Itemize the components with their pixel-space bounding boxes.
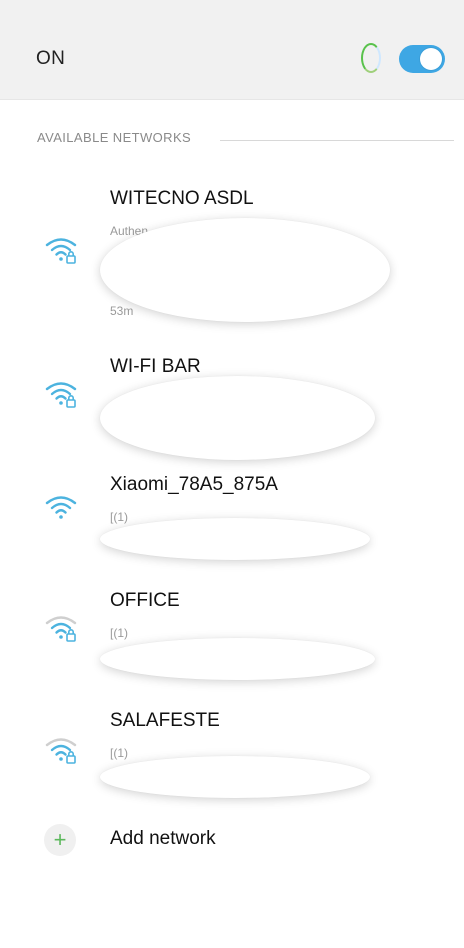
network-name: WITECNO ASDL: [110, 188, 254, 209]
plus-icon: +: [44, 824, 76, 856]
redaction-blob: [100, 638, 375, 680]
wifi-locked-icon: [45, 382, 77, 408]
wifi-icon: [45, 496, 77, 519]
wifi-state-label: ON: [36, 48, 66, 69]
add-network-button[interactable]: + Add network: [0, 822, 464, 862]
network-item-xiaomi[interactable]: Xiaomi_78A5_875A [(1): [0, 470, 464, 570]
available-networks-header: AVAILABLE NETWORKS: [37, 130, 192, 145]
network-item-office[interactable]: OFFICE [(1): [0, 586, 464, 686]
network-status: [(1): [110, 746, 128, 760]
scanning-spinner-icon: [361, 43, 381, 73]
toggle-knob: [420, 48, 442, 70]
redaction-blob: [100, 756, 370, 798]
network-item-salafeste[interactable]: SALAFESTE [(1): [0, 706, 464, 806]
add-network-label: Add network: [110, 828, 216, 849]
wifi-master-toggle-row[interactable]: ON: [0, 0, 464, 100]
network-status: [(1): [110, 626, 128, 640]
network-status: [(1): [110, 510, 128, 524]
wifi-toggle-switch[interactable]: [399, 45, 445, 73]
network-name: SALAFESTE: [110, 710, 220, 731]
section-divider: [220, 140, 454, 141]
network-name: Xiaomi_78A5_875A: [110, 474, 278, 495]
redaction-blob: [100, 376, 375, 460]
network-name: WI-FI BAR: [110, 356, 201, 377]
network-item-wi-fi-bar[interactable]: WI-FI BAR: [0, 350, 464, 460]
network-name: OFFICE: [110, 590, 180, 611]
redaction-blob: [100, 218, 390, 322]
network-item-witecno-asdl[interactable]: WITECNO ASDL Authen 53m: [0, 180, 464, 330]
wifi-locked-icon: [45, 738, 77, 764]
network-speed: 53m: [110, 304, 134, 318]
redaction-blob: [100, 518, 370, 560]
wifi-locked-icon: [45, 238, 77, 264]
wifi-locked-icon: [45, 616, 77, 642]
